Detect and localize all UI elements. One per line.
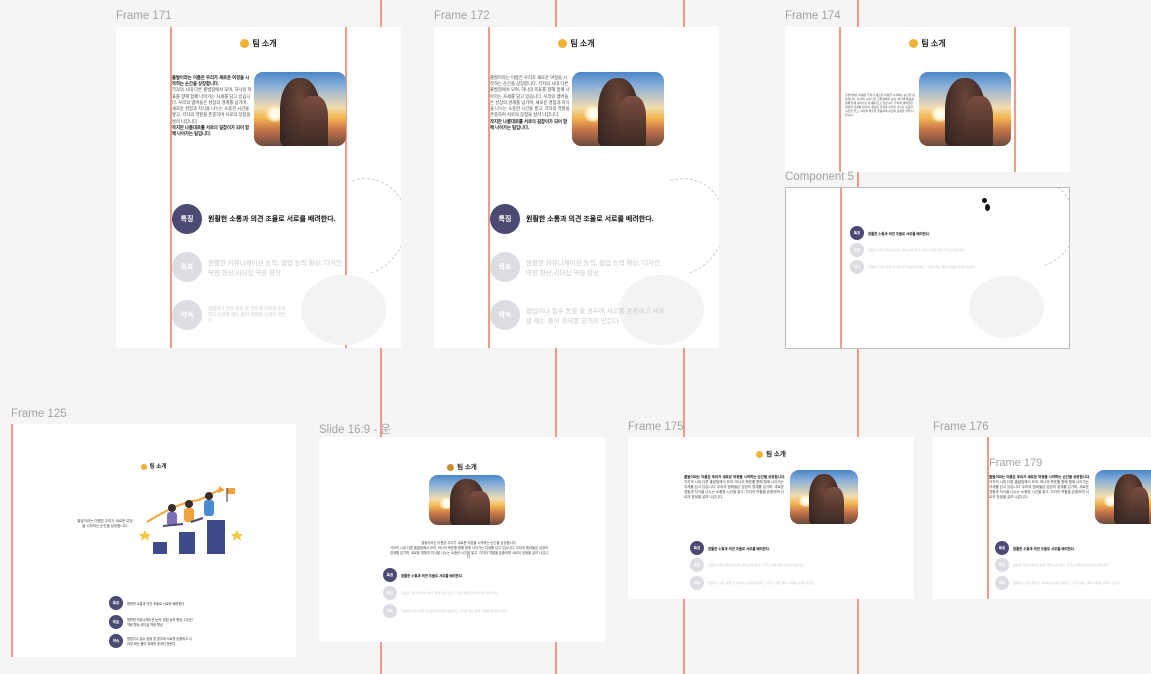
promise-row: 약속 협업이나 일수 등을 할 경우에 서로를 존중하고 사과할 때는 풀어 과제… [690,576,815,590]
smile-emoji-icon [140,463,147,470]
badge-promise: 약속 [383,604,397,618]
goal-row: 목표 원활한 커뮤니케이션 능력, 협업 능력 향상, 디자인 역량 향상,리더십… [995,558,1109,572]
medal-emoji-icon [447,463,455,471]
badge-feature: 특징 [109,596,123,610]
compass-watermark-icon [301,275,386,345]
promise-row: 약속 협업이나 일수 등을 할 경우에 서로를 존중하고 사과할 때는 풀어 과제… [490,300,666,330]
goal-row: 목표 원활한 커뮤니케이션 능력, 협업 능력 향상, 디자인 역량 향상,리더십… [383,586,497,600]
frame-label[interactable]: Frame 179 [989,457,1042,469]
smile-emoji-icon [558,39,568,49]
badge-promise: 약속 [995,576,1009,590]
frame-label[interactable]: Frame 176 [933,421,989,433]
team-photo [1095,470,1151,524]
team-growth-illustration [139,486,243,554]
page-title: 팀 소개 [11,462,296,470]
frame-125[interactable]: 팀 소개 출발이라는 이름은 우리가 새로운 여정을 시작하는 순간을 상징합니… [11,424,296,657]
badge-goal: 목표 [109,615,123,629]
page-title: 팀 소개 [785,38,1070,49]
badge-promise: 약속 [172,300,202,330]
badge-goal: 목표 [995,558,1009,572]
badge-goal: 목표 [850,243,864,257]
team-photo [919,72,1011,146]
badge-feature: 특징 [490,204,520,234]
badge-promise: 약속 [109,634,123,648]
goal-row: 목표 원활한 커뮤니케이션 능력, 협업 능력 향상, 디자인 역량 향상,리더십… [109,615,193,629]
badge-feature: 특징 [850,226,864,240]
badge-goal: 목표 [490,252,520,282]
badge-feature: 특징 [383,568,397,582]
frame-176[interactable]: Frame 179 출발이라는 이름은 우리가 새로운 여정을 시작하는 순간을… [933,437,1151,599]
intro-text: 출발이라는 이름은 우리가 새로운 여정을 시작하는 순간을 상징합니다. 각자… [490,75,570,130]
feature-row: 특징 원활한 소통과 의견 조율로 서로를 배려한다. [490,204,654,234]
team-photo [254,72,346,146]
slide-16-9[interactable]: 팀 소개 출발이라는 이름은 우리가 새로운 여정을 시작하는 순간을 상징합니… [319,437,605,642]
team-photo [572,72,664,146]
compass-watermark-icon [969,276,1044,338]
smile-emoji-icon [756,450,764,458]
frame-label[interactable]: Slide 16:9 - 운 [319,421,391,437]
page-title: 팀 소개 [434,38,719,49]
frame-174[interactable]: 팀 소개 출발이라는 이름은 우리가 새로운 여정을 시작하는 순간을 상징합니… [785,27,1070,172]
frame-label[interactable]: Frame 125 [11,408,67,420]
promise-row: 약속 협업이나 일수 등을 할 경우에 서로를 존중하고 사과할 때는 풀어 과제… [172,300,288,330]
component-5[interactable]: 특징 원활한 소통과 의견 조율로 서로를 배려한다. 목표 원활한 커뮤니케이션 … [785,187,1070,349]
team-photo [429,475,505,525]
feature-row: 특징 원활한 소통과 의견 조율로 서로를 배려한다. [995,541,1075,555]
badge-goal: 목표 [690,558,704,572]
frame-label[interactable]: Frame 171 [116,10,172,22]
intro-text: 출발이라는 이름은 우리가 새로운 여정을 시작하는 순간을 상징합니다. 각자의… [684,475,786,500]
frame-172[interactable]: 팀 소개 출발이라는 이름은 우리가 새로운 여정을 시작하는 순간을 상징합니… [434,27,719,348]
promise-row: 약속 협업이나 일수 등을 할 경우에 서로를 존중하고 사과할 때는 풀어 과제… [850,260,975,274]
badge-promise: 약속 [690,576,704,590]
badge-feature: 특징 [172,204,202,234]
frame-label[interactable]: Frame 174 [785,10,841,22]
badge-feature: 특징 [690,541,704,555]
intro-text: 출발이라는 이름은 우리가 새로운 여정을 시작하는 순간을 상징합니다. 각자의… [989,475,1091,500]
intro-text: 출발이라는 이름은 우리가 새로운 여정을 시작하는 순간을 상징합니다. 각자의… [172,75,252,136]
goal-row: 목표 원활한 커뮤니케이션 능력, 협업 능력 향상, 디자인 역량 향상,리더십… [690,558,804,572]
intro-text: 출발이라는 이름은 우리가 새로운 여정을 시작하는 순간을 상징합니다. 각자의… [389,541,549,560]
badge-goal: 목표 [383,586,397,600]
feature-row: 특징 원활한 소통과 의견 조율로 서로를 배려한다. [109,596,185,610]
feature-row: 특징 원활한 소통과 의견 조율로 서로를 배려한다. [172,204,336,234]
frame-label[interactable]: Frame 172 [434,10,490,22]
frame-label[interactable]: Frame 175 [628,421,684,433]
feature-row: 특징 원활한 소통과 의견 조율로 서로를 배려한다. [690,541,770,555]
intro-text: 출발이라는 이름은 우리가 새로운 여정을 시작하는 순간을 상징합니다. 각자… [845,93,915,118]
page-title: 팀 소개 [628,448,914,458]
feature-row: 특징 원활한 소통과 의견 조율로 서로를 배려한다. [850,226,930,240]
badge-goal: 목표 [172,252,202,282]
page-title: 팀 소개 [319,461,605,471]
promise-row: 약속 협업이나 일수 등을 할 경우에 서로를 존중하고 사과할 때는 풀어 과제… [995,576,1120,590]
badge-promise: 약속 [490,300,520,330]
goal-row: 목표 원활한 커뮤니케이션 능력, 협업 능력 향상, 디자인 역량 향상,리더십… [490,252,666,282]
smile-emoji-icon [240,39,250,49]
promise-row: 약속 협업이나 일수 등을 할 경우에 서로를 존중하고 사과할 때는 풀어 과제… [383,604,508,618]
feature-row: 특징 원활한 소통과 의견 조율로 서로를 배려한다. [383,568,463,582]
frame-label[interactable]: Component 5 [785,171,854,183]
page-title: 팀 소개 [116,38,401,49]
badge-feature: 특징 [995,541,1009,555]
team-photo [790,470,858,524]
goal-row: 목표 원활한 커뮤니케이션 능력, 협업 능력 향상, 디자인 역량 향상,리더십… [172,252,348,282]
frame-171[interactable]: 팀 소개 출발이라는 이름은 우리가 새로운 여정을 시작하는 순간을 상징합니… [116,27,401,348]
frame-175[interactable]: 팀 소개 출발이라는 이름은 우리가 새로운 여정을 시작하는 순간을 상징합니… [628,437,914,599]
badge-promise: 약속 [850,260,864,274]
intro-text: 출발이라는 이름은 우리가 새로운 여정을 시작하는 순간을 상징합니다. [77,519,133,529]
goal-row: 목표 원활한 커뮤니케이션 능력, 협업 능력 향상, 디자인 역량 향상,리더십… [850,243,964,257]
promise-row: 약속 협업이나 일수 등을 할 경우에 서로를 존중하고 사과할 때는 풀어 과제… [109,634,193,648]
smile-emoji-icon [909,39,919,49]
